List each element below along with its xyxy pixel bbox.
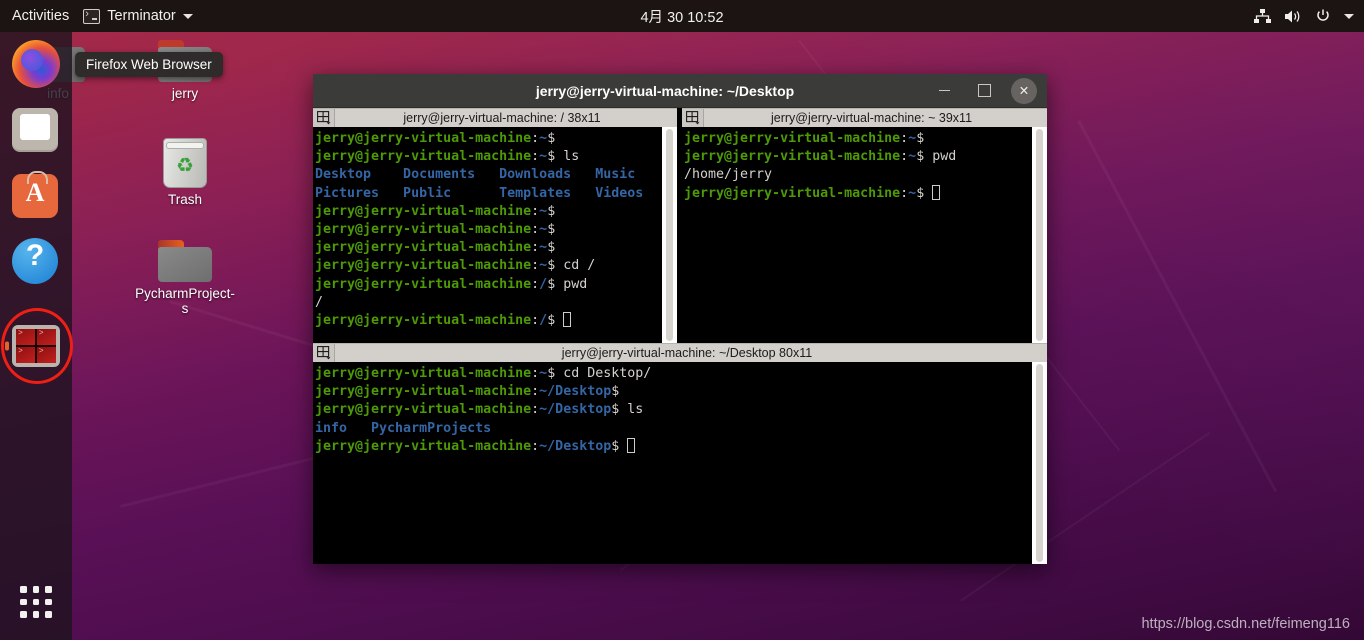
software-icon xyxy=(12,174,58,218)
dock-item-help[interactable] xyxy=(12,238,60,286)
files-icon xyxy=(12,108,58,152)
dock-item-software[interactable] xyxy=(12,172,60,220)
terminal-cursor xyxy=(932,184,941,200)
pane-body[interactable]: jerry@jerry-virtual-machine:~$ jerry@jer… xyxy=(682,127,1047,343)
power-icon xyxy=(1315,8,1331,24)
terminal-output: jerry@jerry-virtual-machine:~$ jerry@jer… xyxy=(315,131,644,329)
pane-top-right[interactable]: jerry@jerry-virtual-machine: ~ 39x11 jer… xyxy=(682,108,1047,343)
desktop-icon-pycharmprojects[interactable]: PycharmProject-s xyxy=(135,240,235,316)
trash-icon: ♻ xyxy=(163,138,207,188)
pane-top-left[interactable]: jerry@jerry-virtual-machine: / 38x11 jer… xyxy=(313,108,677,343)
dock-item-terminator[interactable] xyxy=(1,308,73,384)
firefox-icon xyxy=(12,40,60,88)
clock[interactable]: 4月 30 10:52 xyxy=(640,6,723,27)
pane-row-top: jerry@jerry-virtual-machine: / 38x11 jer… xyxy=(313,108,1047,343)
help-icon xyxy=(12,238,58,284)
dock-item-firefox[interactable] xyxy=(12,40,60,88)
running-indicator xyxy=(5,341,9,351)
tooltip-firefox: Firefox Web Browser xyxy=(75,52,223,77)
terminal-cursor xyxy=(627,437,636,453)
desktop: Activities Terminator 4月 30 10:52 info xyxy=(0,0,1364,640)
pane-title: jerry@jerry-virtual-machine: / 38x11 xyxy=(403,111,601,125)
terminal-panes: jerry@jerry-virtual-machine: / 38x11 jer… xyxy=(313,108,1047,564)
network-icon xyxy=(1254,8,1271,24)
pane-scrollbar[interactable] xyxy=(662,127,677,343)
terminal-output: jerry@jerry-virtual-machine:~$ cd Deskto… xyxy=(315,366,652,454)
volume-icon xyxy=(1284,9,1302,24)
split-layout-icon[interactable] xyxy=(313,344,335,362)
window-controls xyxy=(931,77,1047,104)
pane-scrollbar[interactable] xyxy=(1032,127,1047,343)
pane-title: jerry@jerry-virtual-machine: ~ 39x11 xyxy=(770,111,973,125)
pane-title-bar[interactable]: jerry@jerry-virtual-machine: / 38x11 xyxy=(313,108,677,127)
dock xyxy=(0,32,73,640)
chevron-down-icon xyxy=(1344,13,1354,19)
desktop-icon-trash[interactable]: ♻ Trash xyxy=(135,138,235,207)
desktop-icon-label: Trash xyxy=(167,192,202,207)
pane-title: jerry@jerry-virtual-machine: ~/Desktop 8… xyxy=(561,346,813,360)
terminal-cursor xyxy=(563,312,572,328)
minimize-button[interactable] xyxy=(931,78,957,104)
pane-body[interactable]: jerry@jerry-virtual-machine:~$ jerry@jer… xyxy=(313,127,677,343)
folder-icon xyxy=(158,240,212,282)
pane-bottom[interactable]: jerry@jerry-virtual-machine: ~/Desktop 8… xyxy=(313,343,1047,564)
maximize-button[interactable] xyxy=(971,78,997,104)
terminator-window[interactable]: jerry@jerry-virtual-machine: ~/Desktop ✕… xyxy=(313,74,1047,564)
close-button[interactable] xyxy=(1011,77,1037,104)
pane-body[interactable]: jerry@jerry-virtual-machine:~$ cd Deskto… xyxy=(313,362,1047,564)
desktop-icon-label: jerry xyxy=(171,86,199,101)
window-title-bar[interactable]: jerry@jerry-virtual-machine: ~/Desktop xyxy=(313,74,1047,108)
app-menu-terminator[interactable]: Terminator xyxy=(83,8,193,24)
dock-item-files[interactable] xyxy=(12,106,60,154)
watermark: https://blog.csdn.net/feimeng116 xyxy=(1141,616,1350,632)
system-status-area[interactable] xyxy=(1254,8,1354,24)
window-title: jerry@jerry-virtual-machine: ~/Desktop xyxy=(535,82,795,99)
pane-title-bar[interactable]: jerry@jerry-virtual-machine: ~ 39x11 xyxy=(682,108,1047,127)
pane-scrollbar[interactable] xyxy=(1032,362,1047,564)
terminal-output: jerry@jerry-virtual-machine:~$ jerry@jer… xyxy=(684,131,957,201)
chevron-down-icon xyxy=(182,13,193,19)
split-layout-icon[interactable] xyxy=(682,109,704,127)
app-menu-label: Terminator xyxy=(107,8,176,24)
terminator-icon xyxy=(12,325,60,367)
wallpaper-streak xyxy=(1077,120,1278,493)
terminal-icon xyxy=(83,8,101,24)
pane-title-bar[interactable]: jerry@jerry-virtual-machine: ~/Desktop 8… xyxy=(313,343,1047,362)
top-bar: Activities Terminator 4月 30 10:52 xyxy=(0,0,1364,32)
split-layout-icon[interactable] xyxy=(313,109,335,127)
activities-button[interactable]: Activities xyxy=(0,8,83,24)
desktop-icon-label: PycharmProject-s xyxy=(135,286,235,316)
show-applications-button[interactable] xyxy=(12,578,60,626)
